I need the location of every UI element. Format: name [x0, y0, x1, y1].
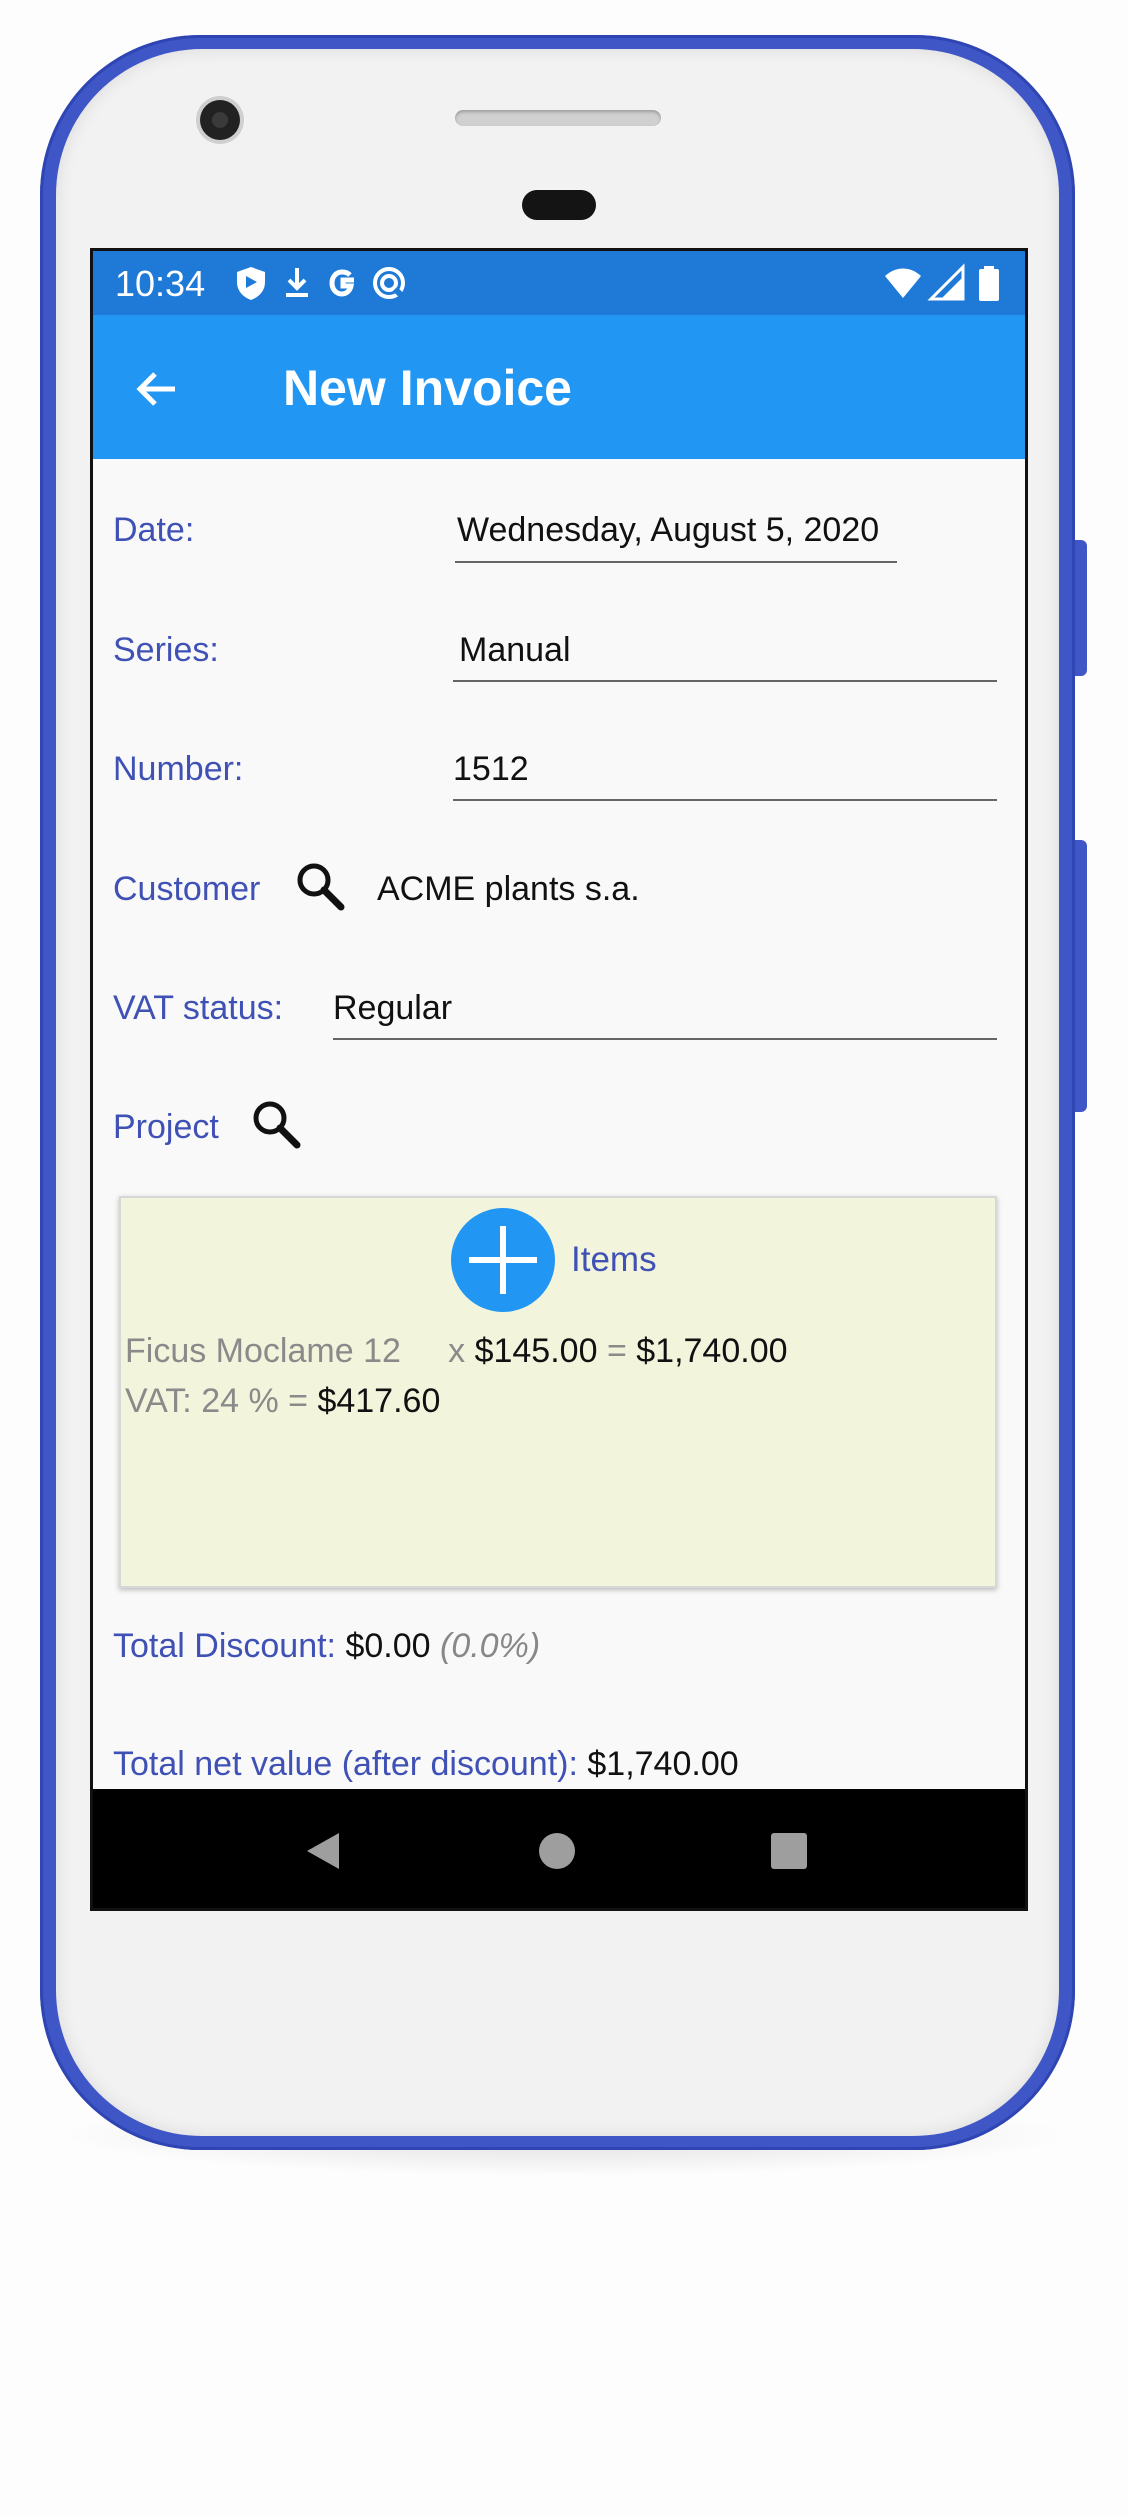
total-discount-label: Total Discount: — [113, 1627, 336, 1665]
item-vat-label: VAT: 24 % = — [125, 1382, 308, 1420]
project-search-icon[interactable] — [249, 1097, 305, 1153]
total-net-label: Total net value (after discount): — [113, 1745, 578, 1783]
navigation-bar — [93, 1789, 1025, 1908]
date-field[interactable]: Wednesday, August 5, 2020 — [457, 511, 879, 550]
total-discount-row: Total Discount: $0.00 (0.0%) — [113, 1627, 540, 1666]
project-label: Project — [113, 1108, 219, 1146]
wifi-icon — [885, 268, 921, 298]
status-bar: 10:34 — [93, 251, 1025, 315]
back-triangle-icon[interactable] — [301, 1829, 345, 1873]
item-total: $1,740.00 — [636, 1332, 788, 1370]
vat-status-label: VAT status: — [113, 989, 284, 1027]
signal-icon — [927, 263, 965, 301]
customer-label: Customer — [113, 870, 261, 908]
plus-icon — [469, 1226, 537, 1294]
items-label: Items — [571, 1240, 657, 1279]
page-title: New Invoice — [283, 360, 572, 416]
proximity-sensor — [522, 190, 596, 220]
series-underline — [453, 680, 997, 682]
sync-icon — [373, 267, 405, 299]
vat-status-field[interactable]: Regular — [333, 989, 452, 1028]
series-label: Series: — [113, 631, 219, 669]
date-underline — [455, 561, 897, 563]
vat-status-underline — [333, 1038, 997, 1040]
status-time: 10:34 — [115, 263, 206, 304]
item-vat-line: VAT: 24 % = $417.60 — [125, 1382, 440, 1421]
items-panel: Items Ficus Moclame 12 x $145.00 = $1,74… — [119, 1196, 997, 1588]
google-icon — [329, 269, 355, 297]
number-label: Number: — [113, 750, 244, 788]
total-discount-percent: (0.0%) — [440, 1627, 541, 1665]
download-icon — [286, 268, 308, 297]
volume-button — [1075, 840, 1087, 1112]
number-field[interactable]: 1512 — [453, 750, 529, 789]
total-discount-value: $0.00 — [345, 1627, 431, 1665]
date-label: Date: — [113, 511, 195, 549]
item-price: $145.00 — [474, 1332, 598, 1370]
front-camera — [200, 100, 240, 140]
arrow-left-icon[interactable] — [133, 365, 181, 413]
home-circle-icon[interactable] — [537, 1831, 577, 1871]
battery-icon — [979, 266, 999, 301]
power-button — [1075, 540, 1087, 676]
customer-value: ACME plants s.a. — [377, 870, 640, 908]
number-underline — [453, 799, 997, 801]
item-times: x — [448, 1332, 466, 1370]
shield-icon — [237, 267, 265, 300]
total-net-value: $1,740.00 — [587, 1745, 739, 1783]
invoice-form: Date: Wednesday, August 5, 2020 Series: … — [93, 459, 1025, 1789]
series-field[interactable]: Manual — [459, 631, 571, 670]
app-bar: New Invoice — [93, 315, 1025, 459]
item-vat-value: $417.60 — [317, 1382, 441, 1420]
item-line[interactable]: Ficus Moclame 12 x $145.00 = $1,740.00 — [125, 1332, 788, 1371]
customer-search-icon[interactable] — [293, 859, 349, 915]
item-quantity: 12 — [363, 1332, 401, 1370]
earpiece-speaker — [455, 110, 661, 126]
recents-square-icon[interactable] — [769, 1831, 809, 1871]
item-equals: = — [606, 1332, 627, 1370]
item-name: Ficus Moclame — [125, 1332, 354, 1370]
add-item-button[interactable] — [451, 1208, 555, 1312]
total-net-row: Total net value (after discount): $1,740… — [113, 1745, 739, 1784]
screen: 10:34 New Invoice Date: Wednesday, Augus… — [90, 248, 1028, 1911]
